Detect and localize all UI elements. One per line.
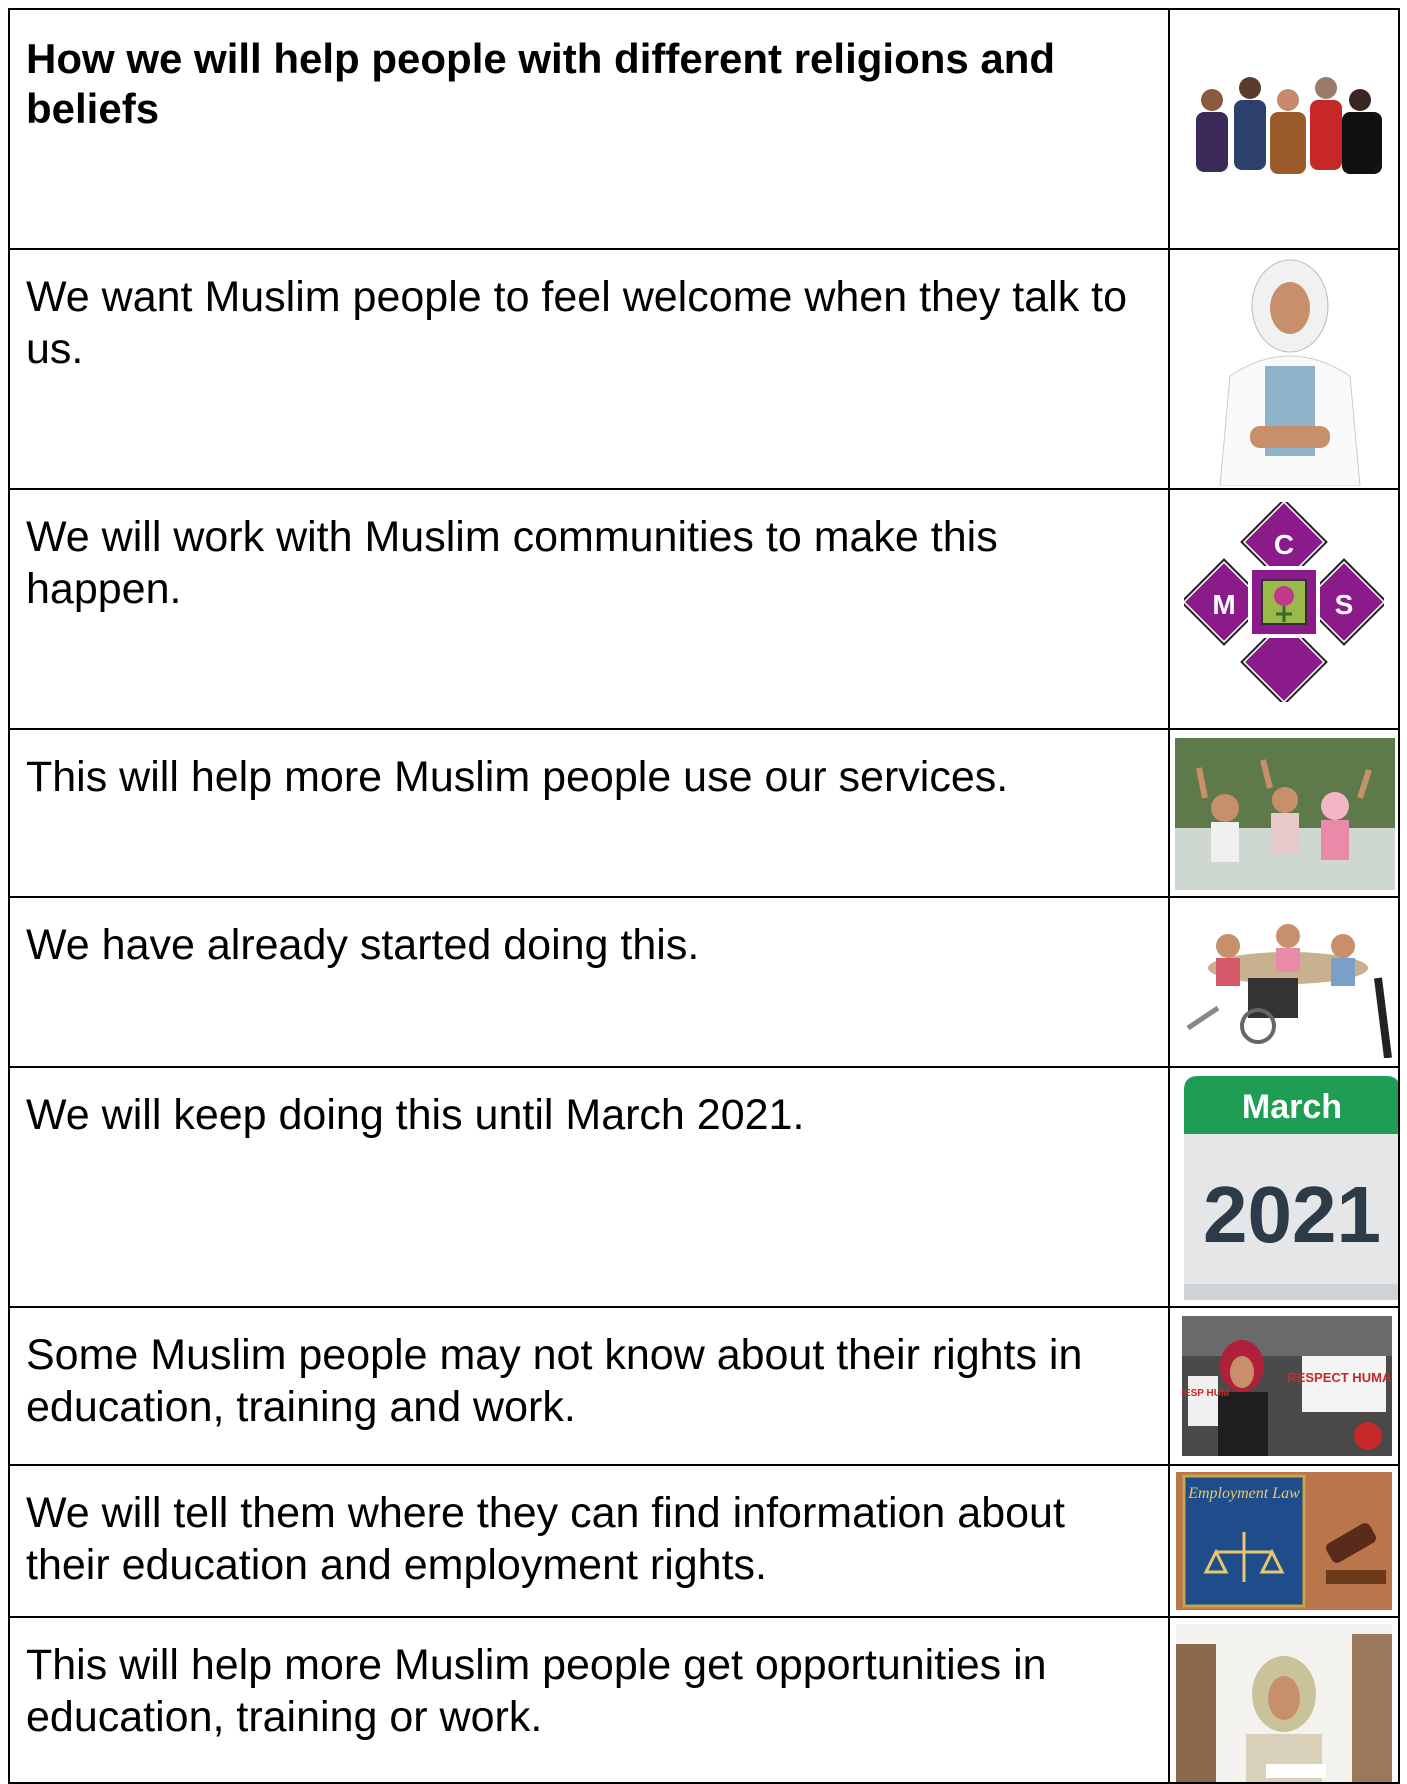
row-text: We want Muslim people to feel welcome wh… <box>8 248 1170 490</box>
student-studying-image <box>1168 1616 1400 1784</box>
row-text: Some Muslim people may not know about th… <box>8 1306 1170 1466</box>
table-row: How we will help people with different r… <box>8 8 1400 250</box>
logo-letter-s: S <box>1335 589 1354 620</box>
protest-sign-right: RESPECT HUMAN <box>1287 1370 1392 1385</box>
calendar-month: March <box>1242 1088 1342 1126</box>
row-text: We have already started doing this. <box>8 896 1170 1068</box>
row-text: This will help more Muslim people use ou… <box>8 728 1170 898</box>
table-row: We want Muslim people to feel welcome wh… <box>8 248 1400 490</box>
mcs-logo: C M S <box>1168 488 1400 730</box>
row-text: We will tell them where they can find in… <box>8 1464 1170 1618</box>
row-text: We will keep doing this until March 2021… <box>8 1066 1170 1308</box>
woman-in-hijab-graphic <box>1219 259 1361 486</box>
protest-sign-left: RESP HUM <box>1182 1388 1229 1399</box>
woman-in-hijab-image <box>1168 248 1400 490</box>
logo-letter-m: M <box>1212 589 1235 620</box>
employment-law-graphic: Employment Law <box>1176 1472 1392 1610</box>
group-of-people-image-graphic <box>1196 77 1382 174</box>
row-text: We will work with Muslim communities to … <box>8 488 1170 730</box>
protest-image: RESP HUM RESPECT HUMAN <box>1168 1306 1400 1466</box>
table-row: This will help more Muslim people use ou… <box>8 728 1400 898</box>
table-row: We will work with Muslim communities to … <box>8 488 1400 730</box>
people-waving-image <box>1168 728 1400 898</box>
table-row: We have already started doing this. <box>8 896 1400 1068</box>
easy-read-table: How we will help people with different r… <box>8 8 1400 1784</box>
section-heading: How we will help people with different r… <box>8 8 1170 250</box>
book-title: Employment Law <box>1187 1485 1300 1502</box>
calendar-year: 2021 <box>1203 1170 1381 1259</box>
table-row: Some Muslim people may not know about th… <box>8 1306 1400 1466</box>
protest-graphic: RESP HUM RESPECT HUMAN <box>1182 1316 1392 1456</box>
mcs-logo-graphic: C M S <box>1184 502 1384 702</box>
table-row: We will tell them where they can find in… <box>8 1464 1400 1618</box>
table-row: We will keep doing this until March 2021… <box>8 1066 1400 1308</box>
calendar-icon: March 2021 <box>1168 1066 1400 1308</box>
logo-letter-c: C <box>1274 529 1294 560</box>
calendar-graphic: March 2021 <box>1184 1076 1397 1300</box>
table-row: This will help more Muslim people get op… <box>8 1616 1400 1784</box>
group-of-people-image <box>1168 8 1400 250</box>
people-waving-graphic <box>1175 738 1395 890</box>
meeting-image <box>1168 896 1400 1068</box>
employment-law-book-image: Employment Law <box>1168 1464 1400 1618</box>
meeting-graphic <box>1186 924 1392 1058</box>
student-studying-graphic <box>1176 1624 1392 1781</box>
row-text: This will help more Muslim people get op… <box>8 1616 1170 1784</box>
